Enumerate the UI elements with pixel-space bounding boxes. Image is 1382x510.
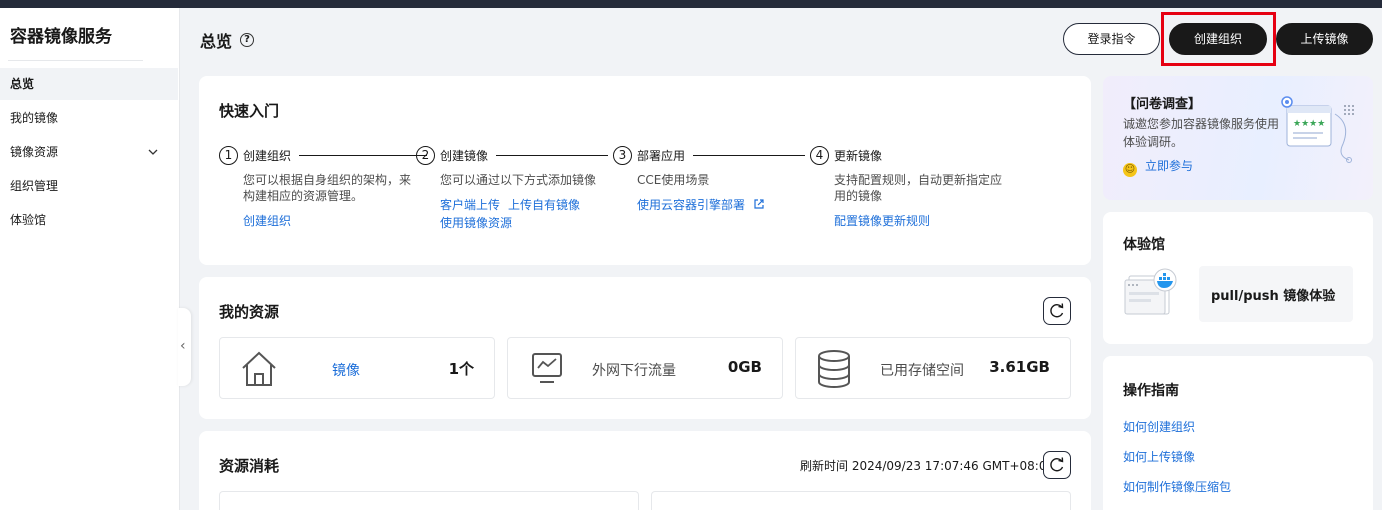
survey-text: 诚邀您参加容器镜像服务使用体验调研。 <box>1123 117 1280 149</box>
step-name: 创建镜像 <box>440 149 489 163</box>
smile-icon: ☺ <box>1123 163 1137 177</box>
survey-illustration-icon: ★★★★ <box>1281 96 1354 163</box>
top-bar <box>0 0 1382 8</box>
step-connector <box>693 155 805 156</box>
step-name: 更新镜像 <box>834 149 883 163</box>
client-upload-link[interactable]: 客户端上传 <box>440 196 500 213</box>
step-connector <box>496 155 608 156</box>
resource-images: 镜像 1个 <box>219 337 495 399</box>
resources-refresh-button[interactable] <box>1043 297 1071 325</box>
sidebar-item-overview[interactable]: 总览 <box>0 68 178 100</box>
external-link-icon <box>754 199 764 209</box>
sidebar-divider <box>8 60 143 61</box>
pull-push-label: pull/push 镜像体验 <box>1211 289 1336 304</box>
resource-traffic-label: 外网下行流量 <box>592 363 676 379</box>
image-update-rule-link[interactable]: 配置镜像更新规则 <box>834 212 930 229</box>
resource-images-link[interactable]: 镜像 <box>332 360 360 380</box>
refresh-time: 刷新时间 2024/09/23 17:07:46 GMT+08:00 <box>800 459 1055 473</box>
home-icon <box>242 351 276 386</box>
step-desc: CCE使用场景 <box>637 173 710 187</box>
pull-push-tile[interactable]: pull/push 镜像体验 <box>1199 266 1353 322</box>
consumption-refresh-button[interactable] <box>1043 451 1071 479</box>
consumption-title: 资源消耗 <box>219 457 280 475</box>
refresh-icon <box>1050 303 1064 318</box>
step-desc: 支持配置规则，自动更新指定应用的镜像 <box>834 173 1003 203</box>
resource-storage-value: 3.61GB <box>989 358 1050 376</box>
sidebar-item-label: 镜像资源 <box>10 145 59 159</box>
resources-title: 我的资源 <box>219 303 280 321</box>
help-icon[interactable]: ? <box>240 33 254 47</box>
step-number: 3 <box>613 146 632 165</box>
page-title: 总览 <box>200 32 233 51</box>
resource-images-value: 1个 <box>448 360 474 378</box>
guide-title: 操作指南 <box>1123 383 1179 399</box>
sidebar-collapse-toggle[interactable]: ‹ <box>178 308 191 386</box>
step-desc: 您可以根据自身组织的架构，来构建相应的资源管理。 <box>243 173 412 203</box>
step-connector <box>299 155 427 156</box>
upload-own-image-link[interactable]: 上传自有镜像 <box>508 196 580 213</box>
database-icon <box>818 350 850 388</box>
resource-storage: 已用存储空间 3.61GB <box>795 337 1071 399</box>
use-image-resources-link[interactable]: 使用镜像资源 <box>440 214 512 231</box>
sidebar-title: 容器镜像服务 <box>10 27 112 47</box>
survey-join-link[interactable]: ☺ 立即参与 <box>1123 157 1193 177</box>
step-name: 创建组织 <box>243 149 292 163</box>
step-number: 2 <box>416 146 435 165</box>
guide-link-image-package[interactable]: 如何制作镜像压缩包 <box>1123 478 1231 495</box>
chevron-down-icon <box>148 149 158 155</box>
sidebar-item-image-resources[interactable]: 镜像资源 <box>0 136 178 168</box>
resource-traffic-value: 0GB <box>727 358 762 376</box>
survey-title: 【问卷调查】 <box>1123 97 1202 112</box>
login-command-button[interactable]: 登录指令 <box>1063 23 1160 55</box>
step-name: 部署应用 <box>637 149 686 163</box>
refresh-icon <box>1050 457 1064 472</box>
create-org-link[interactable]: 创建组织 <box>243 212 291 229</box>
step-desc: 您可以通过以下方式添加镜像 <box>440 173 597 187</box>
docker-illustration-icon <box>1124 268 1177 315</box>
survey-join-label: 立即参与 <box>1145 159 1194 173</box>
guide-link-create-org[interactable]: 如何创建组织 <box>1123 418 1195 435</box>
survey-banner: 【问卷调查】 诚邀您参加容器镜像服务使用体验调研。 ☺ 立即参与 ★★★★ <box>1103 76 1373 200</box>
deploy-cce-label: 使用云容器引擎部署 <box>637 198 746 212</box>
sidebar-item-my-images[interactable]: 我的镜像 <box>0 102 178 134</box>
sidebar-item-org-management[interactable]: 组织管理 <box>0 170 178 202</box>
resource-traffic: 外网下行流量 0GB <box>507 337 783 399</box>
deploy-cce-link[interactable]: 使用云容器引擎部署 <box>637 196 765 213</box>
upload-image-button[interactable]: 上传镜像 <box>1276 23 1373 55</box>
guide-link-upload-image[interactable]: 如何上传镜像 <box>1123 448 1195 465</box>
quickstart-card <box>199 76 1091 265</box>
experience-title: 体验馆 <box>1123 237 1165 253</box>
consumption-panel-left <box>219 491 639 510</box>
svg-text:★★★★: ★★★★ <box>1293 119 1325 129</box>
step-number: 4 <box>810 146 829 165</box>
sidebar-item-experience[interactable]: 体验馆 <box>0 204 178 236</box>
consumption-panel-right <box>651 491 1071 510</box>
chevron-left-icon: ‹ <box>180 338 186 354</box>
quickstart-title: 快速入门 <box>219 102 280 120</box>
step-number: 1 <box>219 146 238 165</box>
resource-storage-label: 已用存储空间 <box>880 363 964 379</box>
create-org-button[interactable]: 创建组织 <box>1169 23 1267 55</box>
monitor-chart-icon <box>532 353 562 383</box>
sidebar: 容器镜像服务 总览 我的镜像 镜像资源 组织管理 体验馆 <box>0 8 180 510</box>
